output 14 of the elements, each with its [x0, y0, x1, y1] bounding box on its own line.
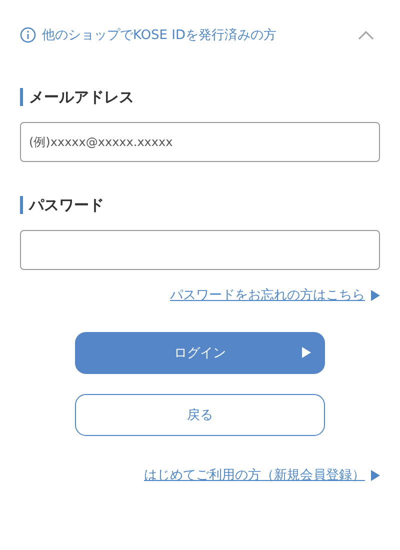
field-label: メールアドレス [20, 88, 380, 106]
section-title: 他のショップでKOSE IDを発行済みの方 [42, 27, 278, 44]
triangle-icon [371, 470, 380, 480]
input-field[interactable]: (例)xxxxx@xxxxx.xxxxx [20, 122, 380, 162]
triangle-icon [371, 290, 380, 300]
forgot-password-link[interactable]: パスワードをお忘れの方はこちら [170, 286, 365, 304]
register-link[interactable]: はじめてご利用の方（新規会員登録） [144, 466, 365, 484]
field-label: パスワード [20, 196, 380, 214]
input-field[interactable] [20, 230, 380, 270]
back-button[interactable]: 戻る [75, 394, 325, 436]
login-button[interactable]: ログイン [75, 332, 325, 374]
info-icon [20, 27, 36, 43]
chevron-icon[interactable] [358, 30, 374, 40]
triangle-icon [302, 347, 311, 358]
